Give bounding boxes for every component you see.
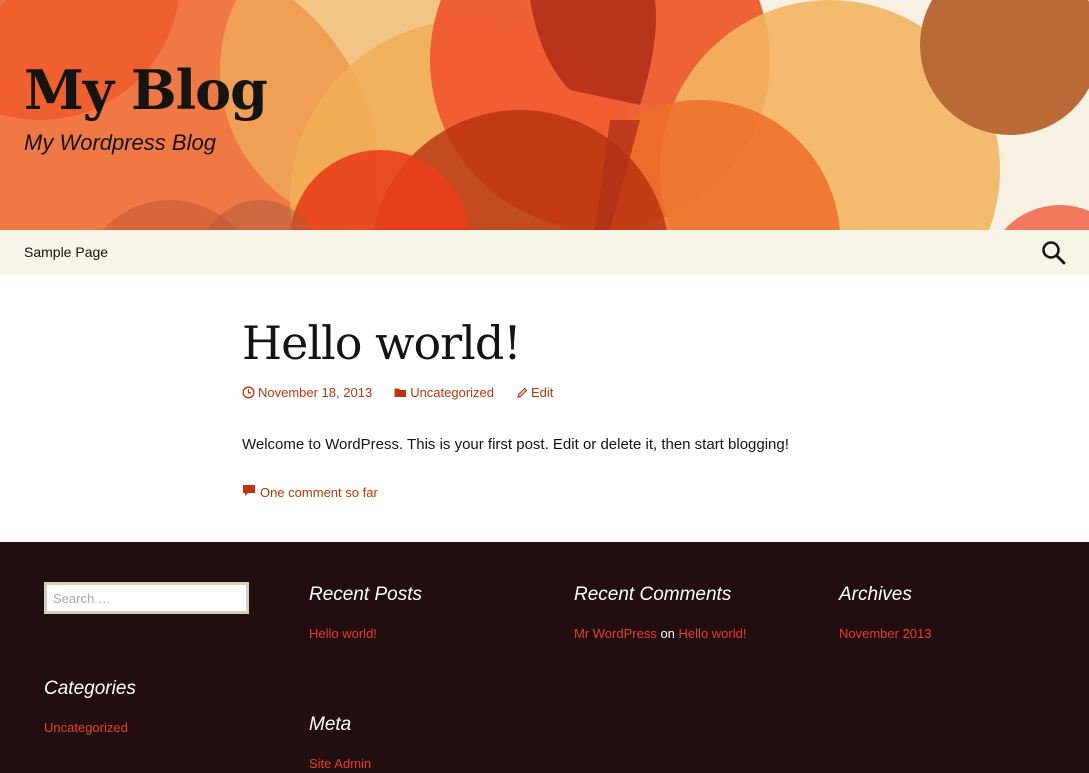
post-meta: November 18, 2013 Uncategorized Edit	[242, 385, 553, 400]
site-footer: Recent Posts Hello world! Recent Comment…	[0, 542, 1089, 773]
post-date: November 18, 2013	[258, 385, 373, 400]
folder-icon	[394, 387, 407, 398]
recent-comments-title: Recent Comments	[574, 584, 732, 605]
category-link[interactable]: Uncategorized	[44, 720, 128, 735]
categories-title: Categories	[44, 678, 136, 699]
archives-title: Archives	[839, 584, 912, 605]
site-header: My Blog My Wordpress Blog	[0, 0, 1089, 230]
archive-link[interactable]: November 2013	[839, 626, 932, 641]
recent-posts-title: Recent Posts	[309, 584, 422, 605]
post-edit-label: Edit	[531, 385, 554, 400]
post-date-link[interactable]: November 18, 2013	[242, 385, 372, 400]
site-admin-link[interactable]: Site Admin	[309, 756, 371, 771]
comment-author-link[interactable]: Mr WordPress	[574, 626, 657, 641]
recent-post-link[interactable]: Hello world!	[309, 626, 377, 641]
site-description: My Wordpress Blog	[24, 130, 216, 155]
comment-connector: on	[660, 626, 675, 641]
nav-item-sample-page[interactable]: Sample Page	[24, 244, 108, 260]
post-title[interactable]: Hello world!	[242, 316, 522, 370]
search-icon[interactable]	[1041, 240, 1067, 266]
main-navigation: Sample Page	[0, 230, 1089, 275]
comment-bubble-icon	[242, 484, 256, 500]
footer-search-input[interactable]	[44, 582, 249, 614]
comment-post-link[interactable]: Hello world!	[679, 626, 747, 641]
pencil-icon	[516, 387, 528, 399]
post-category: Uncategorized	[410, 385, 495, 400]
comments-link[interactable]: One comment so far	[242, 484, 378, 500]
post-category-link[interactable]: Uncategorized	[394, 385, 494, 400]
site-title[interactable]: My Blog	[24, 58, 268, 122]
post-content: Welcome to WordPress. This is your first…	[242, 436, 789, 453]
post-edit-link[interactable]: Edit	[516, 385, 553, 400]
recent-comment-item: Mr WordPress on Hello world!	[574, 626, 746, 641]
comments-label: One comment so far	[260, 484, 378, 500]
meta-title: Meta	[309, 714, 352, 735]
clock-icon	[242, 386, 255, 399]
